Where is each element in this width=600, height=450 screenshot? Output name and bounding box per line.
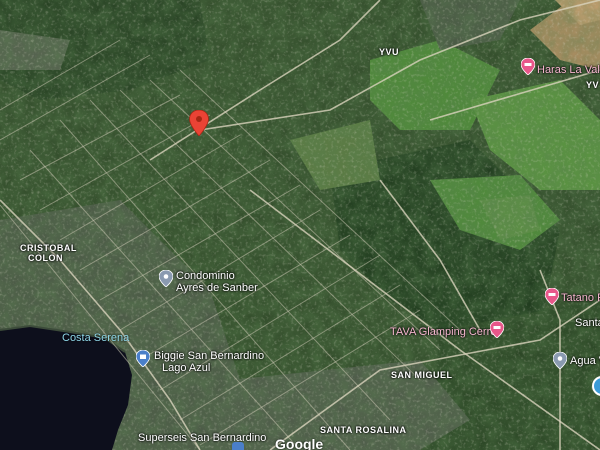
hotel-icon[interactable] (545, 288, 559, 305)
hotel-icon[interactable] (521, 58, 535, 75)
poi-label-superseis[interactable]: Superseis San Bernardino (138, 432, 266, 444)
area-label-santa-rosalina: SANTA ROSALINA (320, 425, 407, 435)
poi-label-condominio-line2[interactable]: Ayres de Sanber (176, 282, 258, 294)
place-icon[interactable] (159, 270, 173, 287)
satellite-map[interactable]: YVU YV CRISTOBAL COLON SAN MIGUEL SANTA … (0, 0, 600, 450)
store-icon[interactable] (136, 350, 150, 367)
google-logo: Google (275, 436, 324, 450)
poi-label-condominio-line1[interactable]: Condominio (176, 270, 235, 282)
water-label-costa-serena: Costa Serena (62, 332, 130, 344)
area-label-santa: Santa (575, 317, 600, 329)
area-label-yvu-right: YV (586, 80, 600, 90)
poi-label-biggie-line1[interactable]: Biggie San Bernardino (154, 350, 264, 362)
area-label-colon: COLON (28, 253, 63, 263)
area-label-cristobal: CRISTOBAL (20, 243, 77, 253)
area-label-yvu: YVU (379, 47, 400, 57)
poi-label-agua[interactable]: Agua V (570, 355, 600, 367)
area-label-san-miguel: SAN MIGUEL (391, 370, 453, 380)
poi-label-tatano[interactable]: Tatano F (561, 292, 600, 304)
poi-label-tava[interactable]: TAVA Glamping Cerro (390, 326, 496, 338)
poi-label-biggie-line2[interactable]: Lago Azul (162, 362, 210, 374)
location-pin-icon[interactable] (189, 110, 209, 136)
place-icon[interactable] (553, 352, 567, 369)
hotel-icon[interactable] (490, 321, 504, 338)
store-icon[interactable] (232, 442, 244, 450)
satellite-imagery (0, 0, 600, 450)
poi-label-haras[interactable]: Haras La Valte (537, 64, 600, 76)
